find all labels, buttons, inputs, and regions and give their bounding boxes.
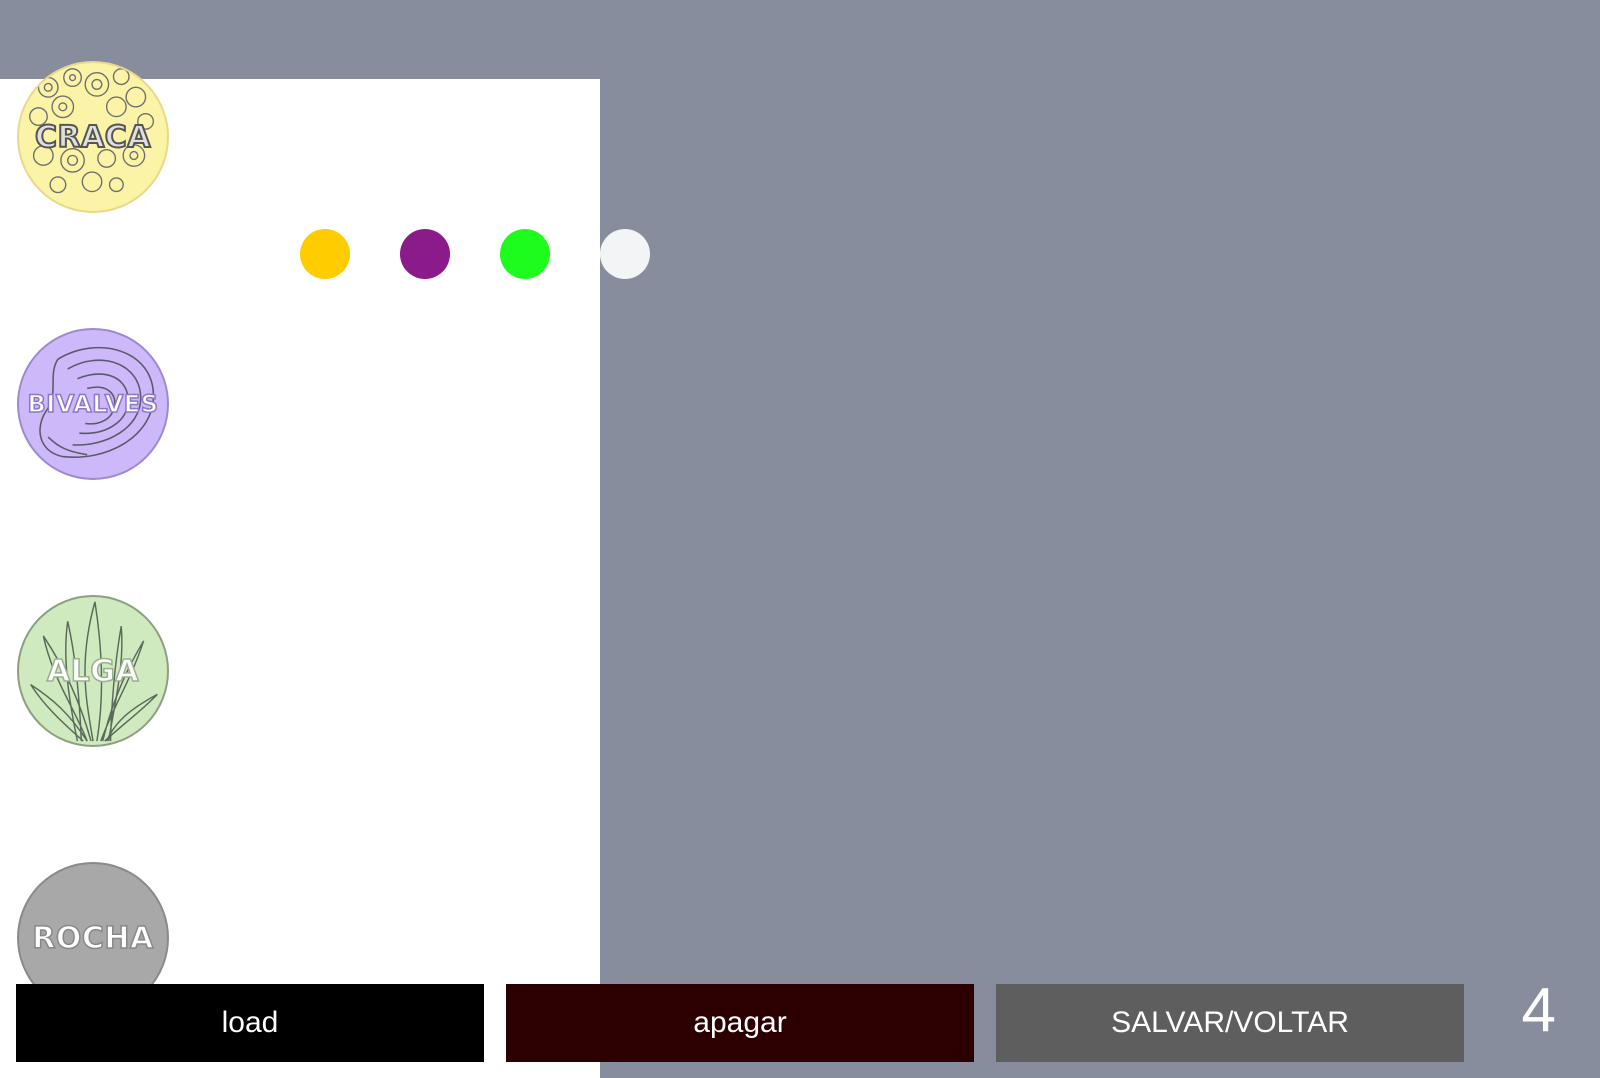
color-swatch-yellow[interactable] bbox=[300, 229, 350, 279]
salvar-voltar-button[interactable]: SALVAR/VOLTAR bbox=[996, 984, 1464, 1062]
species-craca-button[interactable]: CRACA bbox=[17, 61, 169, 213]
color-swatch-green[interactable] bbox=[500, 229, 550, 279]
species-label: ALGA bbox=[46, 653, 140, 690]
color-swatch-purple[interactable] bbox=[400, 229, 450, 279]
species-label: ROCHA bbox=[32, 920, 154, 957]
color-swatch-white[interactable] bbox=[600, 229, 650, 279]
species-alga-button[interactable]: ALGA bbox=[17, 595, 169, 747]
species-label: BIVALVES bbox=[27, 389, 159, 419]
species-bivalves-button[interactable]: BIVALVES bbox=[17, 328, 169, 480]
load-button[interactable]: load bbox=[16, 984, 484, 1062]
page-counter: 4 bbox=[1521, 976, 1556, 1045]
species-label: CRACA bbox=[34, 119, 152, 156]
apagar-button[interactable]: apagar bbox=[506, 984, 974, 1062]
